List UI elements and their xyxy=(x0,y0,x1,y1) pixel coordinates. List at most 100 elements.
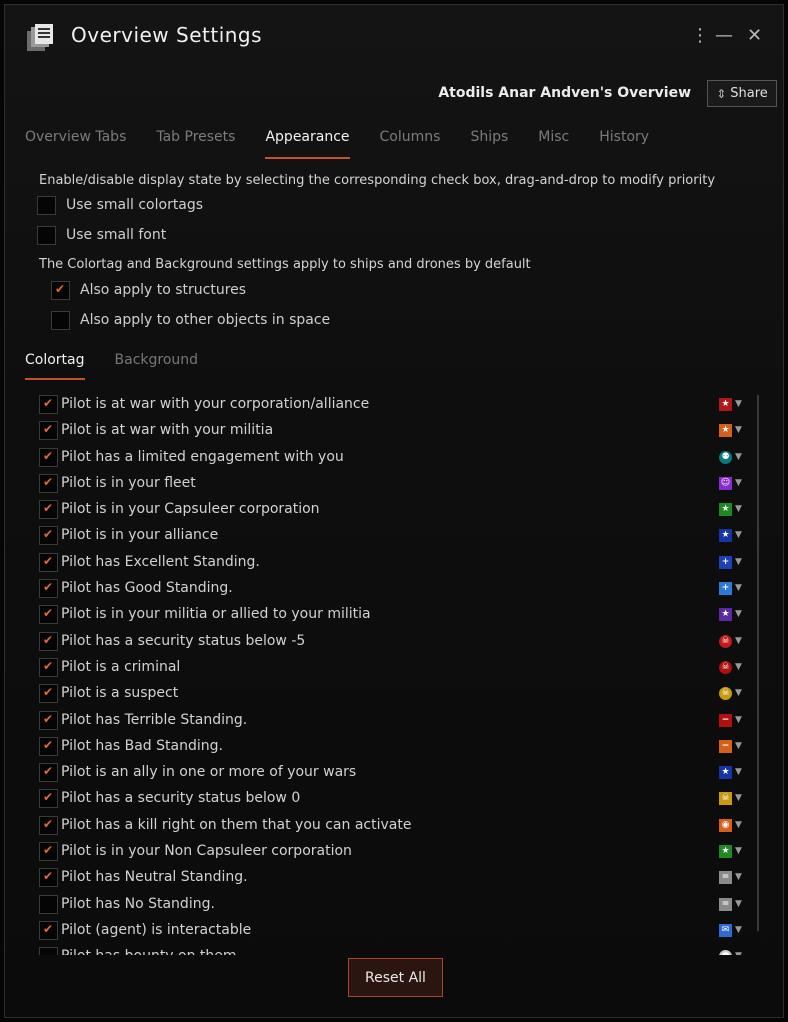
colortag-checkbox[interactable] xyxy=(39,631,58,651)
chevron-down-icon[interactable]: ▼ xyxy=(735,609,742,619)
colortag-icon[interactable]: ⚉ xyxy=(719,450,732,464)
title-bar[interactable]: Overview Settings ⋮ — ✕ xyxy=(5,5,783,67)
chevron-down-icon[interactable]: ▼ xyxy=(735,925,742,935)
colortag-checkbox[interactable] xyxy=(39,710,58,730)
colortag-row[interactable]: Pilot is an ally in one or more of your … xyxy=(35,759,747,785)
colortag-icon[interactable]: ★ xyxy=(719,845,732,859)
colortag-row[interactable]: Pilot has Terrible Standing. −▼ xyxy=(35,707,747,733)
subtab-colortag[interactable]: Colortag xyxy=(25,352,85,380)
colortag-checkbox[interactable] xyxy=(39,657,58,677)
colortag-row[interactable]: Pilot has Bad Standing. −▼ xyxy=(35,733,747,759)
colortag-icon[interactable]: + xyxy=(719,555,732,569)
colortag-row[interactable]: Pilot has Good Standing. +▼ xyxy=(35,575,747,601)
colortag-row[interactable]: Pilot is a criminal ☠▼ xyxy=(35,654,747,680)
colortag-icon[interactable]: ☠ xyxy=(719,660,732,674)
colortag-row[interactable]: Pilot has Neutral Standing. =▼ xyxy=(35,864,747,890)
chevron-down-icon[interactable]: ▼ xyxy=(735,793,742,803)
colortag-icon[interactable]: − xyxy=(719,739,732,753)
subtab-background[interactable]: Background xyxy=(115,352,199,380)
colortag-checkbox[interactable] xyxy=(39,920,58,940)
colortag-checkbox[interactable] xyxy=(39,395,58,414)
colortag-checkbox[interactable] xyxy=(39,842,58,862)
colortag-row[interactable]: Pilot is in your militia or allied to yo… xyxy=(35,601,747,627)
tab-appearance[interactable]: Appearance xyxy=(265,129,350,159)
colortag-row[interactable]: Pilot is at war with your corporation/al… xyxy=(35,391,747,417)
reset-all-button[interactable]: Reset All xyxy=(348,958,443,997)
colortag-icon[interactable]: ★ xyxy=(719,398,732,411)
tab-ships[interactable]: Ships xyxy=(470,129,508,159)
tab-history[interactable]: History xyxy=(599,129,649,159)
chevron-down-icon[interactable]: ▼ xyxy=(735,741,742,751)
chevron-down-icon[interactable]: ▼ xyxy=(735,557,742,567)
colortag-icon[interactable]: − xyxy=(719,713,732,727)
chevron-down-icon[interactable]: ▼ xyxy=(735,425,742,435)
tab-misc[interactable]: Misc xyxy=(538,129,569,159)
small-font-checkbox[interactable] xyxy=(37,226,56,245)
colortag-row[interactable]: Pilot is at war with your militia ★▼ xyxy=(35,417,747,443)
chevron-down-icon[interactable]: ▼ xyxy=(735,530,742,540)
chevron-down-icon[interactable]: ▼ xyxy=(735,715,742,725)
colortag-checkbox[interactable] xyxy=(39,894,58,914)
minimize-icon[interactable]: — xyxy=(715,25,733,47)
colortag-row[interactable]: Pilot has Excellent Standing. +▼ xyxy=(35,549,747,575)
colortag-row[interactable]: Pilot has No Standing. = ▼ xyxy=(35,891,747,917)
chevron-down-icon[interactable]: ▼ xyxy=(735,504,742,514)
window-menu-icon[interactable]: ⋮ xyxy=(691,25,709,47)
colortag-checkbox[interactable] xyxy=(39,500,58,520)
colortag-checkbox[interactable] xyxy=(39,684,58,704)
colortag-icon[interactable]: ☠ xyxy=(719,634,732,648)
chevron-down-icon[interactable]: ▼ xyxy=(735,399,742,409)
tab-columns[interactable]: Columns xyxy=(380,129,441,159)
chevron-down-icon[interactable]: ▼ xyxy=(735,951,742,955)
colortag-icon[interactable]: ☠ xyxy=(719,687,732,701)
colortag-row[interactable]: Pilot has a kill right on them that you … xyxy=(35,812,747,838)
colortag-row[interactable]: Pilot has a limited engagement with you ⚉… xyxy=(35,444,747,470)
colortag-row[interactable]: Pilot is in your alliance ★▼ xyxy=(35,522,747,548)
chevron-down-icon[interactable]: ▼ xyxy=(735,636,742,646)
colortag-icon[interactable]: ★ xyxy=(719,424,732,438)
apply-other-objects-checkbox[interactable] xyxy=(51,311,70,330)
colortag-icon[interactable]: ☺ xyxy=(719,476,732,490)
colortag-row[interactable]: Pilot has bounty on them ●▼ xyxy=(35,943,747,955)
chevron-down-icon[interactable]: ▼ xyxy=(735,820,742,830)
colortag-row[interactable]: Pilot has a security status below -5 ☠▼ xyxy=(35,628,747,654)
colortag-row[interactable]: Pilot is in your fleet ☺▼ xyxy=(35,470,747,496)
chevron-down-icon[interactable]: ▼ xyxy=(735,478,742,488)
colortag-row[interactable]: Pilot is in your Non Capsuleer corporati… xyxy=(35,838,747,864)
chevron-down-icon[interactable]: ▼ xyxy=(735,662,742,672)
colortag-checkbox[interactable] xyxy=(39,473,58,493)
small-colortags-checkbox[interactable] xyxy=(37,196,56,215)
colortag-icon[interactable]: ★ xyxy=(719,503,732,517)
chevron-down-icon[interactable]: ▼ xyxy=(735,452,742,462)
colortag-icon[interactable]: ☠ xyxy=(719,792,732,806)
colortag-checkbox[interactable] xyxy=(39,605,58,625)
colortag-list[interactable]: Pilot is at war with your corporation/al… xyxy=(35,391,747,955)
chevron-down-icon[interactable]: ▼ xyxy=(735,846,742,856)
colortag-row[interactable]: Pilot (agent) is interactable ✉▼ xyxy=(35,917,747,943)
chevron-down-icon[interactable]: ▼ xyxy=(735,688,742,698)
tab-overview-tabs[interactable]: Overview Tabs xyxy=(25,129,126,159)
colortag-checkbox[interactable] xyxy=(39,947,58,955)
share-button[interactable]: ⇕ Share xyxy=(707,80,777,107)
chevron-down-icon[interactable]: ▼ xyxy=(735,872,742,882)
colortag-row[interactable]: Pilot is in your Capsuleer corporation ★▼ xyxy=(35,496,747,522)
colortag-icon[interactable]: ★ xyxy=(719,766,732,780)
colortag-checkbox[interactable] xyxy=(39,763,58,783)
colortag-icon[interactable]: ★ xyxy=(719,529,732,543)
chevron-down-icon[interactable]: ▼ xyxy=(735,899,742,909)
colortag-icon[interactable]: ✉ xyxy=(719,923,732,937)
list-scrollbar[interactable] xyxy=(757,395,759,931)
colortag-checkbox[interactable] xyxy=(39,421,58,441)
colortag-checkbox[interactable] xyxy=(39,579,58,599)
colortag-checkbox[interactable] xyxy=(39,815,58,835)
colortag-icon[interactable]: = xyxy=(719,871,732,885)
colortag-row[interactable]: Pilot has a security status below 0 ☠▼ xyxy=(35,785,747,811)
colortag-checkbox[interactable] xyxy=(39,552,58,572)
colortag-checkbox[interactable] xyxy=(39,868,58,888)
close-icon[interactable]: ✕ xyxy=(747,25,762,47)
apply-structures-checkbox[interactable] xyxy=(51,281,70,300)
chevron-down-icon[interactable]: ▼ xyxy=(735,767,742,777)
colortag-checkbox[interactable] xyxy=(39,789,58,809)
colortag-icon[interactable]: ◉ xyxy=(719,818,732,832)
colortag-icon[interactable]: ★ xyxy=(719,608,732,622)
